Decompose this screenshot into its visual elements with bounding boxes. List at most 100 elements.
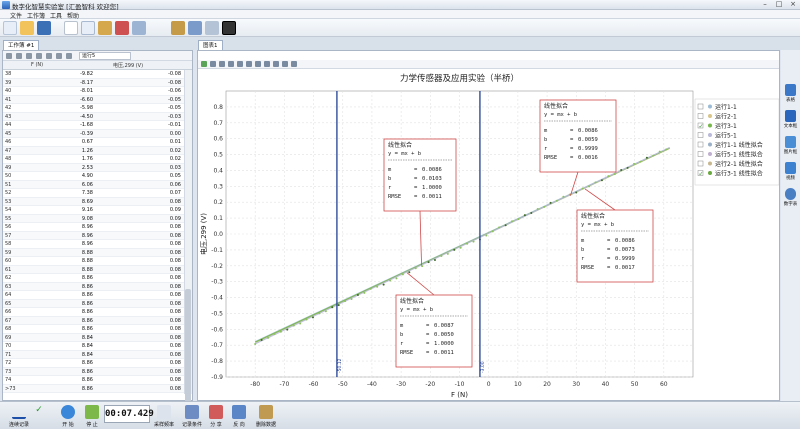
row-index[interactable]: 73	[5, 368, 23, 376]
row-index[interactable]: 42	[5, 104, 23, 112]
cell-voltage[interactable]: 0.08	[103, 308, 181, 316]
row-index[interactable]: >73	[5, 385, 23, 393]
row-index[interactable]: 69	[5, 334, 23, 342]
table-tool-icon[interactable]	[26, 53, 32, 59]
row-index[interactable]: 41	[5, 96, 23, 104]
cell-force[interactable]: 8.84	[27, 351, 93, 359]
open-folder-icon[interactable]	[20, 21, 34, 35]
cell-voltage[interactable]: 0.02	[103, 147, 181, 155]
cell-voltage[interactable]: 0.02	[103, 155, 181, 163]
row-index[interactable]: 44	[5, 121, 23, 129]
cell-force[interactable]: 8.86	[27, 317, 93, 325]
chart-tool-icon[interactable]	[291, 61, 297, 67]
cell-voltage[interactable]: 0.08	[103, 325, 181, 333]
row-index[interactable]: 70	[5, 342, 23, 350]
record-condition-button[interactable]: 记录条件	[178, 405, 206, 428]
table-tool-icon[interactable]	[16, 53, 22, 59]
table-row[interactable]: 64 8.86 0.08	[3, 291, 184, 300]
row-index[interactable]: 64	[5, 291, 23, 299]
share-button[interactable]: 分 享	[206, 405, 226, 428]
row-index[interactable]: 51	[5, 181, 23, 189]
calculator-icon[interactable]	[188, 21, 202, 35]
chart-tool-icon[interactable]	[282, 61, 288, 67]
sidebar-textbox[interactable]: 文本框	[782, 109, 799, 133]
cell-force[interactable]: -6.60	[27, 96, 93, 104]
cell-force[interactable]: 8.86	[27, 325, 93, 333]
table-row[interactable]: 65 8.86 0.08	[3, 299, 184, 308]
cell-force[interactable]: 2.53	[27, 164, 93, 172]
new-icon[interactable]	[3, 21, 17, 35]
table-row[interactable]: 57 8.96 0.08	[3, 231, 184, 240]
row-index[interactable]: 68	[5, 325, 23, 333]
close-icon[interactable]: ×	[786, 0, 800, 9]
cell-voltage[interactable]: 0.08	[103, 317, 181, 325]
table-row[interactable]: 54 9.16 0.09	[3, 206, 184, 215]
cell-force[interactable]: 8.96	[27, 223, 93, 231]
table-row[interactable]: 44 -1.68 -0.01	[3, 121, 184, 130]
table-row[interactable]: 46 0.67 0.01	[3, 138, 184, 147]
sidebar-table[interactable]: 表格	[782, 83, 799, 107]
record-mode-check[interactable]: ✓	[35, 405, 43, 421]
table-row[interactable]: 38 -9.82 -0.08	[3, 70, 184, 79]
cell-voltage[interactable]: 0.03	[103, 164, 181, 172]
cell-voltage[interactable]: 0.08	[103, 385, 181, 393]
run-select[interactable]: 运行5	[79, 52, 131, 60]
cell-voltage[interactable]: 0.08	[103, 342, 181, 350]
cell-force[interactable]: 8.86	[27, 283, 93, 291]
cell-voltage[interactable]: 0.08	[103, 368, 181, 376]
table-row[interactable]: 55 9.08 0.09	[3, 214, 184, 223]
cell-force[interactable]: -1.68	[27, 121, 93, 129]
table-row[interactable]: 72 8.86 0.08	[3, 359, 184, 368]
cell-force[interactable]: 8.88	[27, 257, 93, 265]
row-index[interactable]: 56	[5, 223, 23, 231]
cell-voltage[interactable]: 0.08	[103, 376, 181, 384]
table-row[interactable]: 62 8.86 0.08	[3, 274, 184, 283]
delete-data-button[interactable]: 删除数据	[252, 405, 280, 428]
cell-voltage[interactable]: 0.08	[103, 223, 181, 231]
row-index[interactable]: 61	[5, 266, 23, 274]
cell-voltage[interactable]: 0.08	[103, 291, 181, 299]
cell-force[interactable]: 8.86	[27, 376, 93, 384]
row-index[interactable]: 52	[5, 189, 23, 197]
column-header-force[interactable]: F (N)	[31, 62, 43, 68]
row-index[interactable]: 55	[5, 215, 23, 223]
table-row[interactable]: 50 4.90 0.05	[3, 172, 184, 181]
cell-voltage[interactable]: 0.08	[103, 249, 181, 257]
chart-tool-icon[interactable]	[255, 61, 261, 67]
cell-force[interactable]: 8.88	[27, 249, 93, 257]
row-index[interactable]: 58	[5, 240, 23, 248]
chart-tool-icon[interactable]	[273, 61, 279, 67]
row-index[interactable]: 47	[5, 147, 23, 155]
cell-force[interactable]: 8.86	[27, 385, 93, 393]
cell-force[interactable]: 8.86	[27, 291, 93, 299]
cell-force[interactable]: 9.08	[27, 215, 93, 223]
cell-force[interactable]: -8.01	[27, 87, 93, 95]
cell-voltage[interactable]: 0.08	[103, 334, 181, 342]
maximize-icon[interactable]: □	[772, 0, 786, 9]
table-row[interactable]: 74 8.86 0.08	[3, 376, 184, 385]
cell-voltage[interactable]: 0.09	[103, 215, 181, 223]
cell-voltage[interactable]: -0.08	[103, 79, 181, 87]
table-row[interactable]: >73 8.86 0.08	[3, 384, 184, 393]
table-row[interactable]: 73 8.86 0.08	[3, 367, 184, 376]
chart-icon[interactable]	[115, 21, 129, 35]
table-row[interactable]: 66 8.86 0.08	[3, 308, 184, 317]
row-index[interactable]: 46	[5, 138, 23, 146]
cell-voltage[interactable]: 0.08	[103, 240, 181, 248]
table-tool-icon[interactable]	[46, 53, 52, 59]
row-index[interactable]: 49	[5, 164, 23, 172]
cell-voltage[interactable]: 0.08	[103, 300, 181, 308]
row-index[interactable]: 63	[5, 283, 23, 291]
cell-force[interactable]: 0.67	[27, 138, 93, 146]
cell-voltage[interactable]: 0.08	[103, 351, 181, 359]
cell-force[interactable]: 8.86	[27, 300, 93, 308]
pen-icon[interactable]	[98, 21, 112, 35]
table-row[interactable]: 67 8.86 0.08	[3, 316, 184, 325]
cell-force[interactable]: 8.84	[27, 342, 93, 350]
cell-force[interactable]: 1.26	[27, 147, 93, 155]
stop-button[interactable]: 停 止	[82, 405, 102, 428]
cell-voltage[interactable]: -0.06	[103, 87, 181, 95]
row-index[interactable]: 48	[5, 155, 23, 163]
cell-force[interactable]: -0.39	[27, 130, 93, 138]
tab-workbook[interactable]: 工作簿 #1	[3, 40, 40, 50]
